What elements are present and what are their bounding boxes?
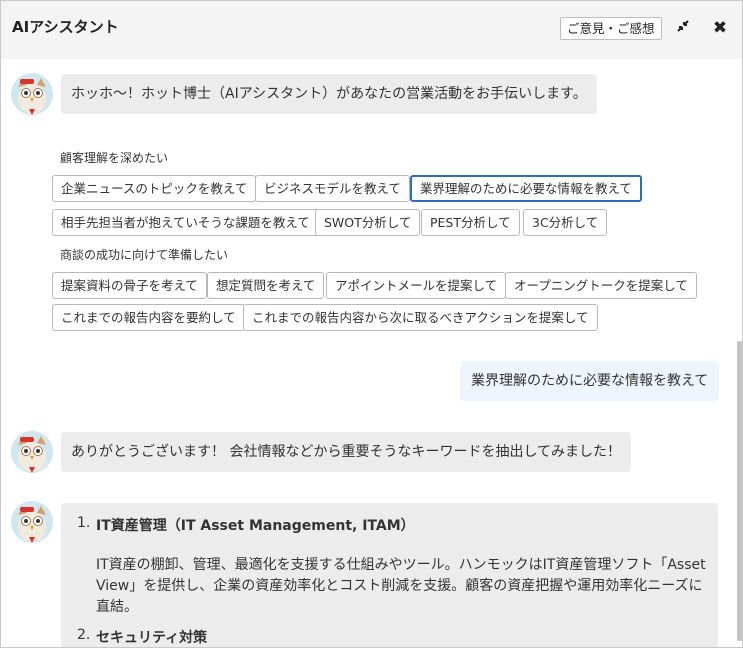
suggestion-section-label: 商談の成功に向けて準備したい [60, 248, 229, 262]
suggestion-chip[interactable]: これまでの報告内容を要約して [52, 304, 245, 331]
keyword-title: IT資産管理（IT Asset Management, ITAM） [96, 518, 415, 534]
owl-doctor-icon [11, 431, 53, 473]
avatar [11, 73, 53, 115]
keyword-description-line: IT資産の棚卸、管理、最適化を支援する仕組みやツール。ハンモックはIT資産管理ソ… [96, 557, 706, 573]
keyword-description-line: View」を提供し、企業の資産効率化とコスト削減を支援。顧客の資産把握や運用効率… [96, 578, 703, 594]
suggestion-chip[interactable]: オープニングトークを提案して [505, 272, 697, 299]
avatar [11, 501, 53, 543]
suggestion-chip[interactable]: これまでの報告内容から次に取るべきアクションを提案して [243, 304, 598, 331]
suggestion-section-label: 顧客理解を深めたい [60, 151, 169, 165]
suggestion-chip[interactable]: 想定質問を考えて [207, 272, 325, 299]
window-title: AIアシスタント [12, 18, 119, 36]
assistant-message: ありがとうございます！ 会社情報などから重要そうなキーワードを抽出してみました！ [61, 432, 632, 472]
user-message: 業界理解のために必要な情報を教えて [460, 361, 720, 401]
list-number: 1. [77, 515, 91, 531]
keyword-description-line: 直結。 [96, 599, 138, 615]
assistant-message: ホッホ～！ホット博士（AIアシスタント）があなたの営業活動をお手伝いします。 [61, 74, 597, 114]
keyword-title: セキュリティ対策 [96, 630, 208, 646]
header-bar: AIアシスタント ご意見・ご感想 ✖ [1, 1, 742, 59]
suggestion-chip[interactable]: PEST分析して [421, 209, 520, 236]
close-icon[interactable]: ✖ [709, 17, 731, 39]
list-number: 2. [77, 627, 91, 643]
suggestion-chip[interactable]: SWOT分析して [315, 209, 421, 236]
suggestion-chip-selected[interactable]: 業界理解のために必要な情報を教えて [410, 175, 642, 202]
scrollbar[interactable] [737, 341, 742, 641]
owl-doctor-icon [11, 73, 53, 115]
avatar [11, 431, 53, 473]
feedback-button[interactable]: ご意見・ご感想 [560, 17, 662, 40]
keyword-description: IT資産の棚卸、管理、最適化を支援する仕組みやツール。ハンモックはIT資産管理ソ… [96, 555, 710, 618]
shrink-icon[interactable] [672, 17, 694, 39]
suggestion-chip[interactable]: ビジネスモデルを教えて [255, 175, 410, 202]
suggestion-chip[interactable]: 企業ニュースのトピックを教えて [52, 175, 257, 202]
keyword-list-message: 1. IT資産管理（IT Asset Management, ITAM） IT資… [61, 503, 718, 647]
suggestion-chip[interactable]: 相手先担当者が抱えていそうな課題を教えて [52, 209, 319, 236]
suggestion-chip[interactable]: 提案資料の骨子を考えて [52, 272, 207, 299]
assistant-window: AIアシスタント ご意見・ご感想 ✖ ホッホ～！ホット博士（AIアシスタント）が… [0, 0, 743, 648]
owl-doctor-icon [11, 501, 53, 543]
suggestion-chip[interactable]: アポイントメールを提案して [326, 272, 507, 299]
suggestion-chip[interactable]: 3C分析して [523, 209, 608, 236]
